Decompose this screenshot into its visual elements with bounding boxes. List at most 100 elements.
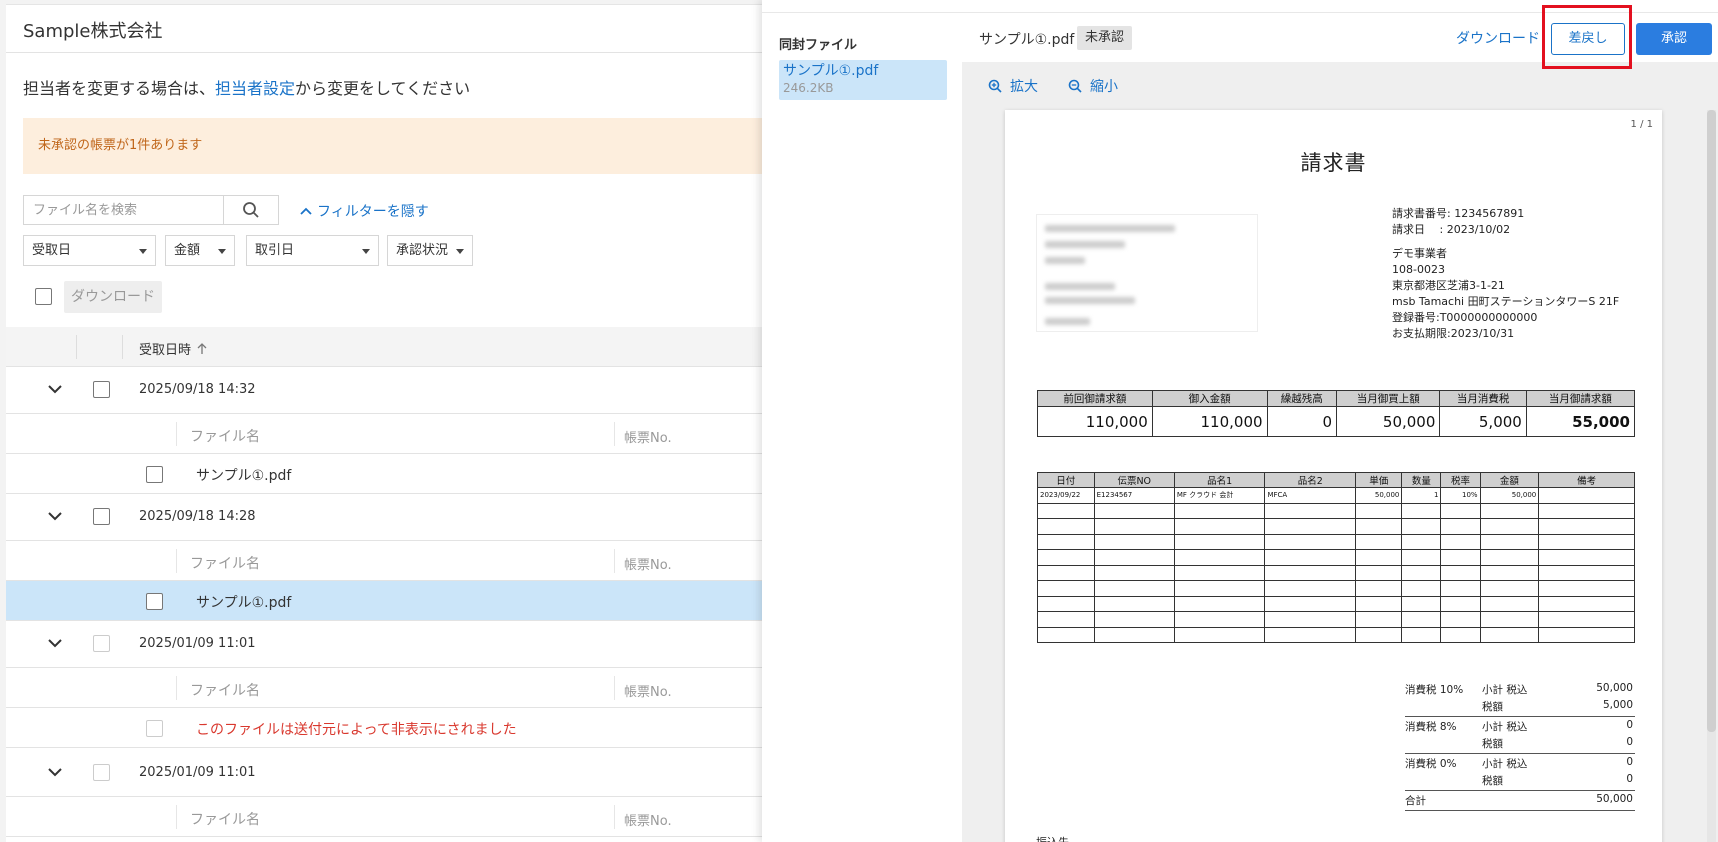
hide-filter-toggle[interactable]: フィルターを隠す	[300, 201, 429, 221]
filter-label: 金額	[174, 243, 201, 258]
summary-table: 前回御請求額 御入金額 繰越残高 当月御買上額 当月消費税 当月御請求額 110,000…	[1037, 390, 1636, 437]
received-datetime-header[interactable]: 受取日時	[139, 339, 207, 358]
bank-transfer-label: 振込先	[1036, 834, 1069, 842]
attachment-item[interactable]: サンプル①.pdf 246.2KB	[779, 60, 947, 100]
registration-number: 登録番号:T0000000000000	[1392, 311, 1538, 324]
received-datetime: 2025/09/18 14:28	[139, 509, 256, 524]
file-name[interactable]: サンプル①.pdf	[196, 465, 291, 485]
list-item-selected[interactable]: サンプル①.pdf	[6, 581, 762, 621]
sub-header: ファイル名 帳票No.	[6, 541, 762, 581]
tax-breakdown: 消費税 10% 小計 税込 50,000 税額 5,000 消費税 8% 小計 税込 0 …	[1405, 682, 1635, 813]
chevron-down-icon[interactable]	[48, 768, 62, 777]
filter-amount[interactable]: 金額	[165, 235, 235, 266]
search-icon	[243, 202, 259, 218]
caret-down-icon	[139, 249, 147, 254]
doc-no-header: 帳票No.	[624, 685, 672, 700]
filter-transaction-date[interactable]: 取引日	[246, 235, 379, 266]
table-row[interactable]: 2025/01/09 11:01	[6, 621, 762, 668]
assignee-settings-link[interactable]: 担当者設定	[215, 79, 295, 98]
company-name: Sample株式会社	[23, 21, 163, 42]
file-name-header: ファイル名	[190, 812, 260, 828]
filter-approval-status[interactable]: 承認状況	[387, 235, 473, 266]
invoice-number-row: 請求書番号: 1234567891	[1392, 207, 1525, 220]
file-checkbox[interactable]	[146, 466, 163, 483]
sort-arrow-up-icon	[197, 342, 207, 354]
header-label: 受取日時	[139, 343, 192, 358]
preview-drawer: 同封ファイル サンプル①.pdf 246.2KB サンプル①.pdf 未承認 ダ…	[762, 0, 1718, 842]
table-row[interactable]: 2025/09/18 14:28	[6, 494, 762, 541]
zoom-out-button[interactable]: 縮小	[1068, 76, 1118, 96]
file-checkbox[interactable]	[146, 593, 163, 610]
file-name[interactable]: サンプル①.pdf	[196, 592, 291, 612]
chevron-down-icon[interactable]	[48, 385, 62, 394]
zoom-out-icon	[1068, 79, 1082, 93]
payment-due: お支払期限:2023/10/31	[1392, 327, 1515, 340]
column-divider	[614, 805, 615, 829]
column-divider	[122, 335, 123, 359]
viewer-file-name: サンプル①.pdf	[979, 32, 1075, 48]
zoom-out-label: 縮小	[1090, 79, 1118, 95]
column-divider	[614, 676, 615, 700]
row-checkbox[interactable]	[93, 381, 110, 398]
approve-button[interactable]: 承認	[1636, 23, 1712, 55]
filter-received-date[interactable]: 受取日	[23, 235, 156, 266]
column-divider	[76, 335, 77, 359]
pdf-viewer: 拡大 縮小 1 / 1 請求書 請求書番号: 1234567891 請求日 : …	[962, 62, 1718, 842]
attachment-size: 246.2KB	[783, 81, 834, 95]
zoom-in-button[interactable]: 拡大	[988, 76, 1038, 96]
status-badge: 未承認	[1077, 26, 1133, 50]
left-panel: Sample株式会社 担当者を変更する場合は、担当者設定から変更をしてください …	[0, 0, 763, 842]
column-divider	[176, 805, 177, 829]
received-datetime: 2025/01/09 11:01	[139, 765, 256, 780]
file-name-header: ファイル名	[190, 556, 260, 572]
scrollbar-thumb[interactable]	[1707, 110, 1716, 732]
table-header: 受取日時	[6, 327, 762, 367]
search-input[interactable]	[24, 196, 223, 224]
notice-suffix: から変更をしてください	[295, 79, 471, 98]
bulk-download-button[interactable]: ダウンロード	[64, 281, 162, 313]
attachment-name: サンプル①.pdf	[783, 63, 879, 79]
row-checkbox-disabled	[93, 635, 110, 652]
filter-label: 取引日	[255, 243, 295, 258]
reject-button[interactable]: 差戻し	[1551, 23, 1625, 55]
list-item[interactable]: サンプル①.pdf	[6, 454, 762, 494]
viewer-toolbar: サンプル①.pdf 未承認 ダウンロード 差戻し 承認	[962, 13, 1718, 62]
sub-header: ファイル名 帳票No.	[6, 668, 762, 708]
row-checkbox-disabled	[93, 764, 110, 781]
received-datetime: 2025/01/09 11:01	[139, 636, 256, 651]
file-checkbox-disabled	[146, 720, 163, 737]
issuer-name: デモ事業者	[1392, 247, 1447, 260]
chevron-down-icon[interactable]	[48, 512, 62, 521]
chevron-down-icon[interactable]	[48, 639, 62, 648]
blurred-recipient-address	[1036, 214, 1258, 332]
doc-no-header: 帳票No.	[624, 558, 672, 573]
unapproved-banner: 未承認の帳票が1件あります	[23, 118, 763, 174]
column-divider	[176, 422, 177, 446]
column-divider	[614, 549, 615, 573]
invoice-number: 1234567891	[1454, 207, 1525, 220]
attachment-sidebar: 同封ファイル サンプル①.pdf 246.2KB	[762, 13, 962, 842]
invoice-page: 1 / 1 請求書 請求書番号: 1234567891 請求日 : 2023/1…	[1005, 110, 1662, 842]
doc-no-header: 帳票No.	[624, 814, 672, 829]
download-link[interactable]: ダウンロード	[1456, 28, 1540, 48]
sub-header: ファイル名 帳票No.	[6, 414, 762, 454]
invoice-title: 請求書	[1300, 151, 1367, 175]
column-divider	[176, 676, 177, 700]
column-divider	[176, 549, 177, 573]
hidden-file-message: このファイルは送付元によって非表示にされました	[196, 722, 517, 738]
sub-header: ファイル名 帳票No.	[6, 797, 762, 837]
search-box	[23, 195, 279, 225]
table-row[interactable]: 2025/01/09 11:01	[6, 750, 762, 797]
file-name-header: ファイル名	[190, 429, 260, 445]
detail-table: 日付 伝票NO 品名1 品名2 単価 数量 税率 金額 備考 2023/09/22 E1234…	[1037, 472, 1635, 643]
select-all-checkbox[interactable]	[35, 288, 52, 305]
invoice-date: 2023/10/02	[1446, 223, 1511, 236]
table-row[interactable]: 2025/09/18 14:32	[6, 367, 762, 414]
filter-label: 受取日	[32, 243, 72, 258]
file-name-header: ファイル名	[190, 683, 260, 699]
row-checkbox[interactable]	[93, 508, 110, 525]
header-divider	[6, 52, 762, 53]
zoom-in-icon	[988, 79, 1002, 93]
search-button[interactable]	[223, 196, 278, 224]
filter-label: 承認状況	[396, 243, 449, 258]
